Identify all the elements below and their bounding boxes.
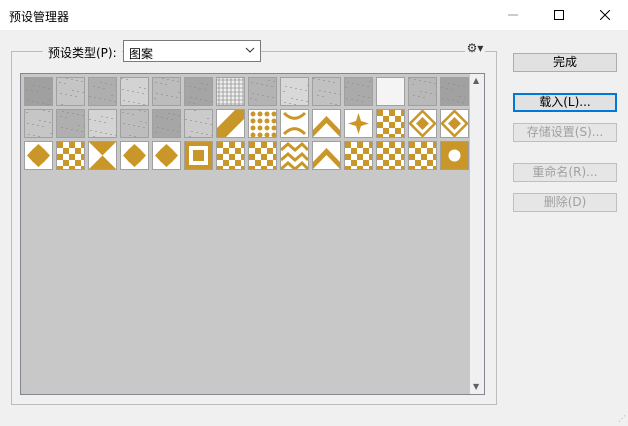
pattern-thumbnail[interactable] bbox=[344, 77, 373, 106]
pattern-thumbnail[interactable] bbox=[376, 109, 405, 138]
close-button[interactable] bbox=[582, 0, 628, 30]
minimize-button[interactable] bbox=[490, 0, 536, 30]
pattern-thumbnail[interactable] bbox=[88, 77, 117, 106]
save-set-button[interactable]: 存储设置(S)... bbox=[513, 123, 617, 142]
pattern-thumbnail[interactable] bbox=[56, 141, 85, 170]
pattern-thumbnail[interactable] bbox=[408, 109, 437, 138]
pattern-thumbnail[interactable] bbox=[248, 109, 277, 138]
scroll-up-icon[interactable]: ▲ bbox=[473, 76, 479, 85]
gear-menu-button[interactable]: ⚙▾ bbox=[465, 40, 485, 56]
pattern-thumbnail[interactable] bbox=[152, 141, 181, 170]
pattern-thumbnail[interactable] bbox=[88, 141, 117, 170]
pattern-thumbnail[interactable] bbox=[184, 77, 213, 106]
chevron-down-icon bbox=[245, 44, 255, 59]
pattern-thumbnail[interactable] bbox=[152, 109, 181, 138]
resize-grip-icon[interactable]: ⋰ bbox=[618, 414, 626, 423]
pattern-thumbnail[interactable] bbox=[88, 109, 117, 138]
pattern-thumbnail[interactable] bbox=[184, 141, 213, 170]
window-title: 预设管理器 bbox=[9, 10, 70, 24]
pattern-thumbnail[interactable] bbox=[248, 141, 277, 170]
pattern-thumbnail[interactable] bbox=[120, 141, 149, 170]
pattern-thumbnail[interactable] bbox=[440, 109, 469, 138]
pattern-thumbnail[interactable] bbox=[440, 141, 469, 170]
pattern-thumbnail[interactable] bbox=[120, 109, 149, 138]
close-icon bbox=[600, 10, 610, 20]
pattern-thumbnail[interactable] bbox=[312, 77, 341, 106]
pattern-thumbnail[interactable] bbox=[376, 141, 405, 170]
pattern-thumbnail[interactable] bbox=[24, 109, 53, 138]
pattern-thumbnail[interactable] bbox=[248, 77, 277, 106]
pattern-thumbnail[interactable] bbox=[344, 109, 373, 138]
pattern-thumbnail[interactable] bbox=[280, 77, 309, 106]
pattern-thumbnail[interactable] bbox=[440, 77, 469, 106]
pattern-thumbnail[interactable] bbox=[312, 109, 341, 138]
pattern-thumbnail[interactable] bbox=[408, 141, 437, 170]
rename-button[interactable]: 重命名(R)... bbox=[513, 163, 617, 182]
pattern-thumbnail[interactable] bbox=[216, 141, 245, 170]
pattern-thumbnail[interactable] bbox=[376, 77, 405, 106]
maximize-icon bbox=[554, 10, 564, 20]
pattern-thumbnail[interactable] bbox=[184, 109, 213, 138]
pattern-thumbnail[interactable] bbox=[216, 109, 245, 138]
minimize-icon bbox=[508, 14, 518, 16]
maximize-button[interactable] bbox=[536, 0, 582, 30]
title-bar: 预设管理器 bbox=[0, 0, 628, 30]
pattern-thumbnail[interactable] bbox=[24, 77, 53, 106]
preset-type-select[interactable]: 图案 bbox=[123, 40, 261, 62]
pattern-thumbnail[interactable] bbox=[56, 77, 85, 106]
pattern-thumbnail[interactable] bbox=[152, 77, 181, 106]
vertical-scrollbar[interactable]: ▲ ▼ bbox=[470, 74, 484, 394]
gear-icon: ⚙▾ bbox=[466, 41, 484, 55]
pattern-thumbnail[interactable] bbox=[120, 77, 149, 106]
preset-type-label: 预设类型(P): bbox=[43, 44, 122, 61]
pattern-thumbnail[interactable] bbox=[216, 77, 245, 106]
pattern-thumbnail[interactable] bbox=[56, 109, 85, 138]
pattern-thumbnail[interactable] bbox=[408, 77, 437, 106]
pattern-thumbnail[interactable] bbox=[312, 141, 341, 170]
load-button[interactable]: 载入(L)... bbox=[513, 93, 617, 112]
delete-button[interactable]: 删除(D) bbox=[513, 193, 617, 212]
pattern-thumbnail[interactable] bbox=[24, 141, 53, 170]
preset-thumbnail-panel[interactable]: ▲ ▼ bbox=[20, 73, 485, 395]
pattern-thumbnail[interactable] bbox=[280, 109, 309, 138]
scroll-down-icon[interactable]: ▼ bbox=[473, 382, 479, 391]
preset-type-value: 图案 bbox=[129, 47, 154, 61]
pattern-thumbnail[interactable] bbox=[280, 141, 309, 170]
pattern-thumbnail[interactable] bbox=[344, 141, 373, 170]
done-button[interactable]: 完成 bbox=[513, 53, 617, 72]
